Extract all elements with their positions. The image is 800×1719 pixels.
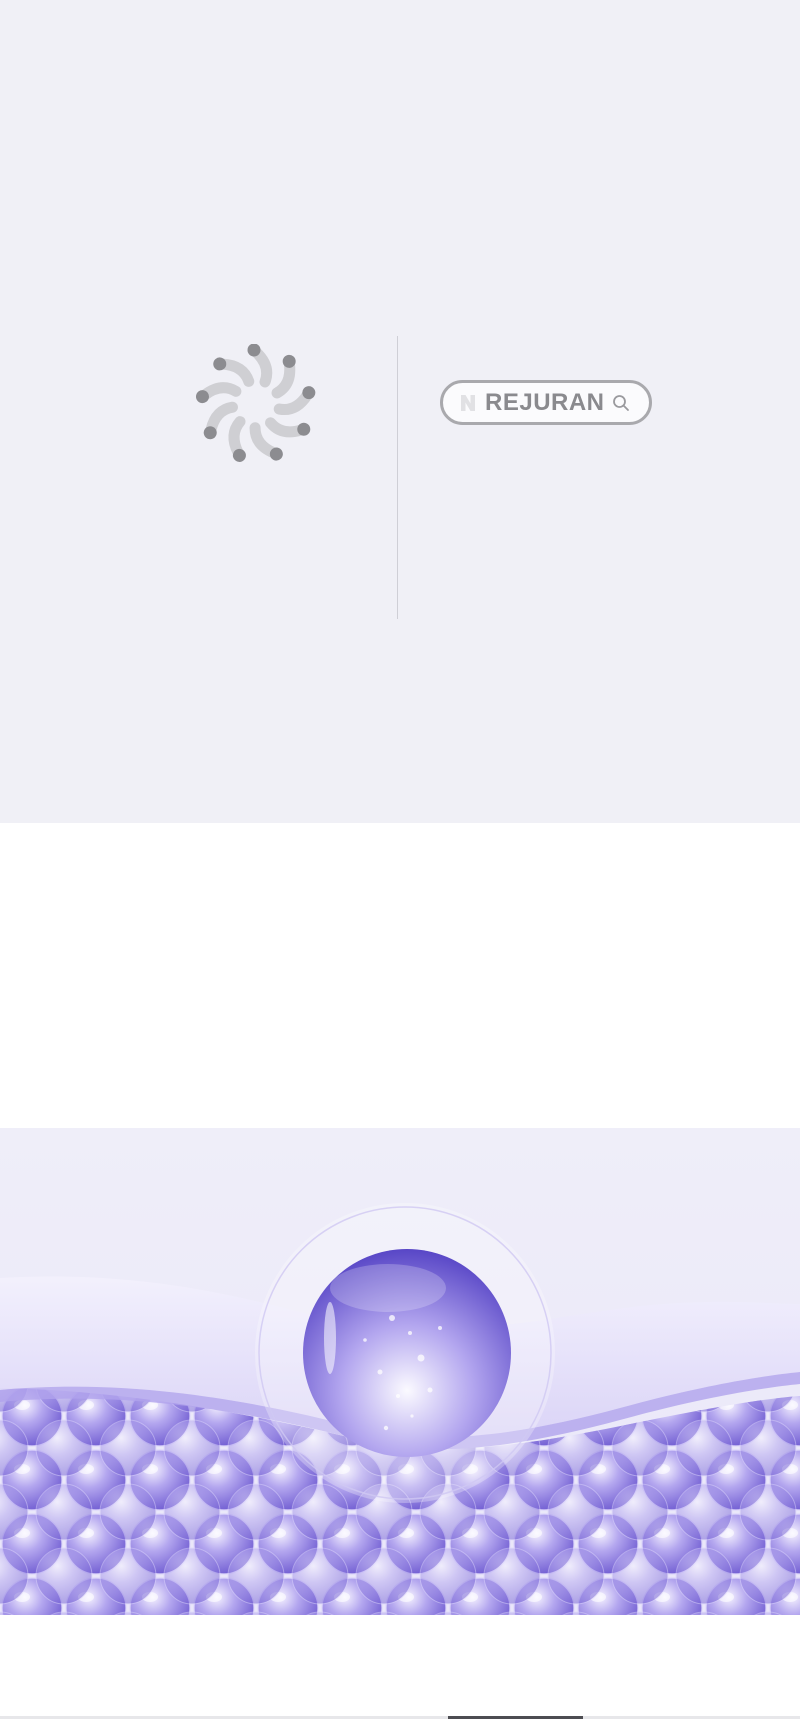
naver-n-icon — [460, 393, 476, 413]
brand-search-box[interactable]: REJURAN — [440, 380, 652, 425]
brand-hero-section: REJURAN — [0, 0, 800, 823]
vertical-divider — [397, 336, 398, 619]
white-spacer — [0, 823, 800, 1128]
brand-search-keyword: REJURAN — [485, 388, 605, 416]
purple-bubbles-illustration — [0, 1128, 800, 1615]
bubble-visual-section — [0, 1128, 800, 1615]
rejuran-logo-icon — [196, 344, 316, 464]
search-icon[interactable] — [612, 394, 630, 412]
